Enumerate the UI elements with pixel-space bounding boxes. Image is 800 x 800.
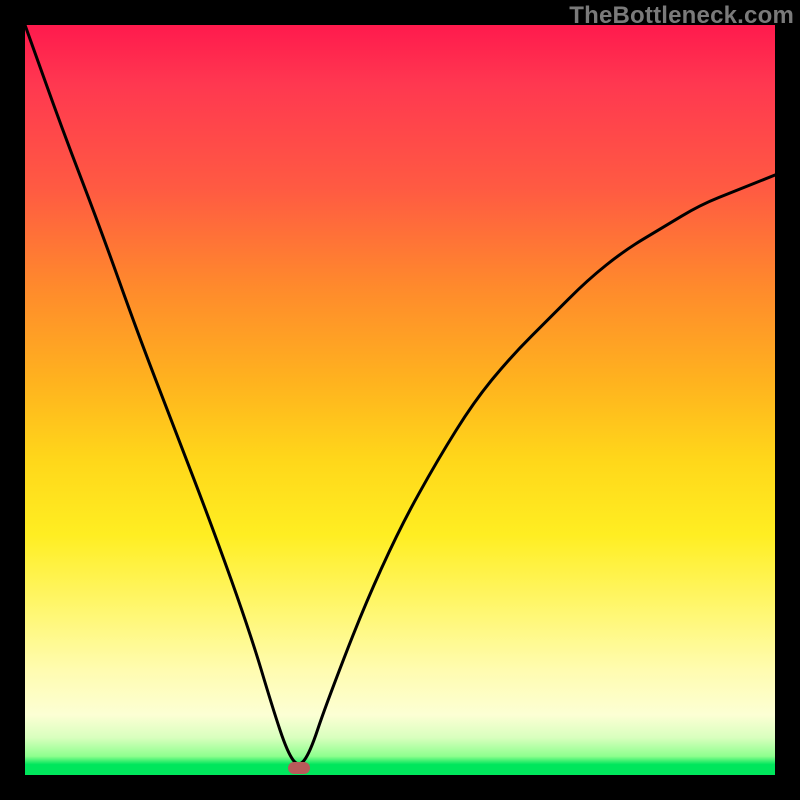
minimum-marker [288, 762, 310, 774]
chart-frame: TheBottleneck.com [0, 0, 800, 800]
plot-area [25, 25, 775, 775]
bottleneck-curve [25, 25, 775, 775]
